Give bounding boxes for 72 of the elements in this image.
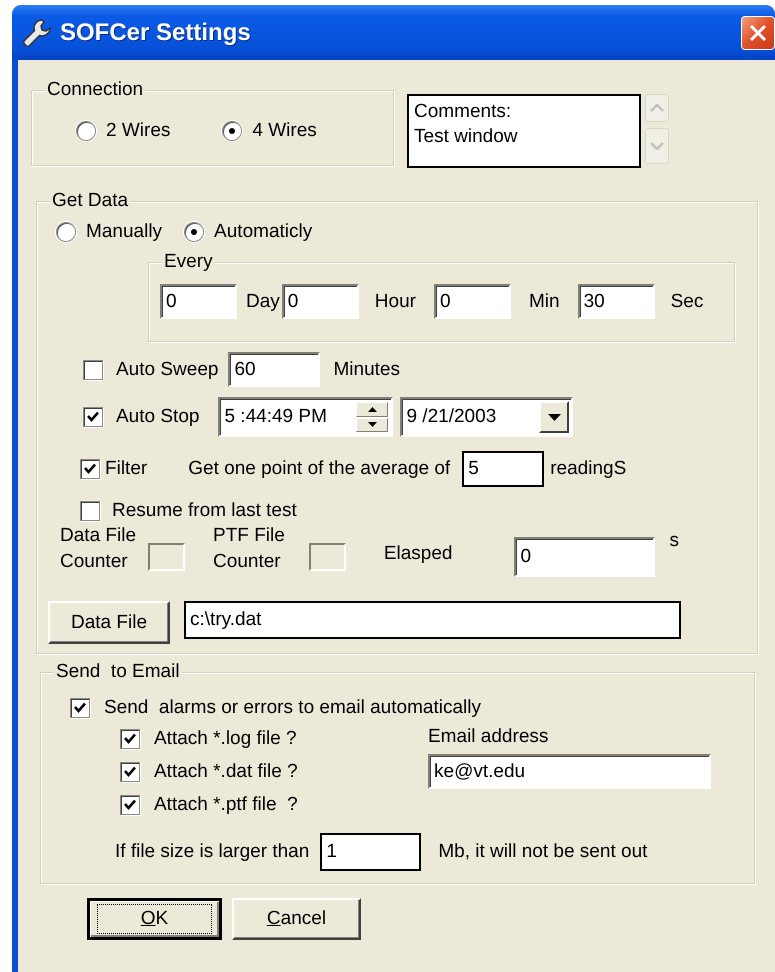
chevron-up-icon: [650, 104, 664, 112]
radio-button[interactable]: [184, 222, 204, 242]
checkmark-icon: [83, 462, 97, 476]
counter-label: PTF File Counter: [213, 524, 285, 574]
caret-icon: [548, 414, 561, 420]
checkbox-label[interactable]: Auto Stop: [116, 406, 200, 428]
radio-label[interactable]: Manually: [86, 221, 162, 243]
radio-button[interactable]: [56, 222, 76, 242]
unit-label: Minutes: [333, 358, 400, 380]
checkbox[interactable]: [80, 501, 100, 521]
checkmark-icon: [86, 410, 100, 424]
input-field[interactable]: 60: [228, 352, 320, 387]
checkbox-label[interactable]: Filter: [105, 458, 148, 480]
checkbox[interactable]: [83, 360, 103, 380]
input-field[interactable]: 0: [514, 537, 656, 577]
window-title: SOFCer Settings: [60, 18, 251, 46]
checkbox[interactable]: [80, 459, 100, 479]
ok-button[interactable]: OK: [87, 898, 222, 940]
checkmark-icon: [123, 798, 137, 812]
checkbox-label[interactable]: Attach *.log file ?: [154, 728, 297, 750]
counter-box: [148, 543, 186, 571]
field-label: Email address: [428, 726, 550, 748]
input-field[interactable]: 1: [320, 833, 422, 871]
unit-label: Hour: [374, 290, 416, 312]
unit-label: Sec: [670, 290, 704, 312]
chevron-down-icon: [650, 142, 664, 150]
radio-label[interactable]: Automaticly: [214, 221, 312, 243]
unit-label: readingS: [550, 458, 626, 480]
close-icon: [749, 24, 767, 42]
field-label: Mb, it will not be sent out: [438, 841, 648, 863]
checkmark-icon: [73, 701, 87, 715]
cancel-button[interactable]: Cancel: [232, 898, 361, 940]
checkmark-icon: [123, 732, 137, 746]
path-field[interactable]: c:\try.dat: [184, 601, 681, 639]
wrench-icon: [22, 18, 52, 48]
checkbox-label[interactable]: Attach *.dat file ?: [154, 761, 298, 783]
radio-button[interactable]: [76, 121, 96, 141]
email-field[interactable]: ke@vt.edu: [428, 754, 711, 789]
dropdown-button[interactable]: [539, 401, 570, 433]
input-field[interactable]: 5: [462, 451, 544, 487]
unit-label: Day: [246, 290, 280, 312]
close-button[interactable]: [741, 16, 775, 50]
checkbox[interactable]: [120, 762, 140, 782]
checkmark-icon: [123, 765, 137, 779]
counter-label: Data File Counter: [60, 524, 136, 574]
group-label: Every: [162, 251, 215, 273]
field-label: Get one point of the average of: [188, 458, 450, 480]
radio-button[interactable]: [222, 121, 242, 141]
data-file-button[interactable]: Data File: [48, 601, 170, 644]
checkbox-label[interactable]: Auto Sweep: [116, 358, 218, 380]
field-label: If file size is larger than: [115, 841, 310, 863]
input-field[interactable]: 30: [578, 284, 655, 319]
checkbox-label[interactable]: Send alarms or errors to email automatically: [104, 697, 481, 719]
input-field[interactable]: 0: [434, 284, 511, 319]
field-label: Elasped: [384, 543, 452, 565]
unit-label: Min: [528, 290, 560, 312]
date-dropdown[interactable]: 9 /21/2003: [400, 397, 574, 437]
time-field[interactable]: 5 :44:49 PM: [218, 397, 394, 437]
spinner-icon[interactable]: [356, 402, 388, 432]
checkbox-label[interactable]: Resume from last test: [112, 500, 297, 522]
checkbox[interactable]: [120, 795, 140, 815]
checkbox[interactable]: [83, 407, 103, 427]
radio-label[interactable]: 2 Wires: [106, 120, 170, 142]
input-field[interactable]: 0: [160, 284, 237, 319]
comments-field[interactable]: Comments: Test window: [407, 94, 641, 168]
checkbox[interactable]: [70, 698, 90, 718]
checkbox[interactable]: [120, 729, 140, 749]
counter-box: [308, 543, 346, 571]
input-field[interactable]: 0: [282, 284, 359, 319]
checkbox-label[interactable]: Attach *.ptf file ?: [154, 794, 298, 816]
radio-label[interactable]: 4 Wires: [252, 120, 317, 142]
unit-label: s: [669, 530, 679, 552]
